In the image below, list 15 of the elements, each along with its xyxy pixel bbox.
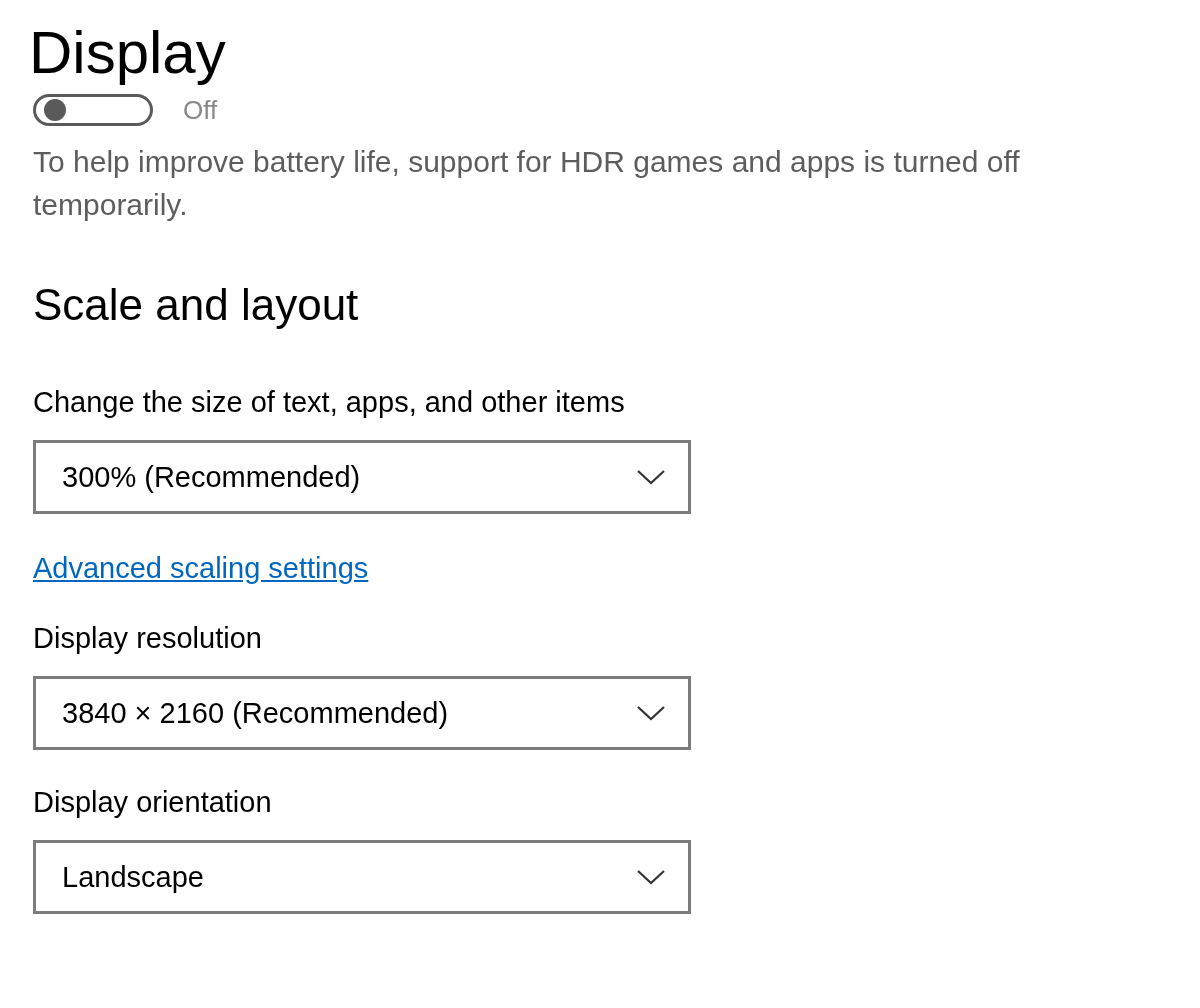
hdr-note: To help improve battery life, support for HDR games and apps is turned off temporarily. <box>33 144 1021 223</box>
page-title: Display <box>29 18 227 88</box>
dropdown[interactable]: 3840 × 2160 (Recommended) <box>33 676 691 750</box>
setting-label: Display resolution <box>33 621 263 656</box>
section-heading: Scale and layout <box>33 279 360 331</box>
setting-label: Display orientation <box>33 785 273 820</box>
dropdown[interactable]: 300% (Recommended) <box>33 440 691 514</box>
toggle-state-label: Off <box>183 94 218 126</box>
advanced-scaling-link[interactable]: Advanced scaling settings <box>33 550 369 586</box>
hdr-toggle[interactable] <box>33 94 153 126</box>
chevron-down-icon <box>636 469 666 485</box>
chevron-down-icon <box>636 705 666 721</box>
setting-label: Change the size of text, apps, and other items <box>33 385 626 420</box>
chevron-down-icon <box>636 869 666 885</box>
dropdown[interactable]: Landscape <box>33 840 691 914</box>
